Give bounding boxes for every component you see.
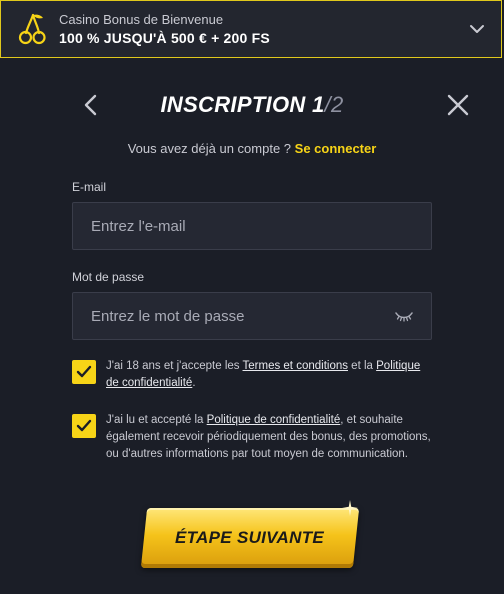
step-total: /2 (324, 92, 344, 117)
consent-terms-checkbox[interactable] (72, 360, 96, 384)
login-prompt-row: Vous avez déjà un compte ? Se connecter (0, 141, 504, 156)
consent-terms-row: J'ai 18 ans et j'accepte les Termes et c… (72, 358, 432, 392)
eye-closed-icon[interactable] (395, 309, 413, 323)
email-field-box (72, 202, 432, 250)
page-title: INSCRIPTION 1/2 (0, 92, 504, 118)
password-field-box (72, 292, 432, 340)
bonus-banner[interactable]: Casino Bonus de Bienvenue 100 % JUSQU'À … (0, 0, 502, 58)
consent-marketing-prefix: J'ai lu et accepté la (106, 414, 207, 426)
consent-terms-text: J'ai 18 ans et j'accepte les Termes et c… (106, 358, 432, 392)
consent-terms-middle: et la (347, 360, 377, 372)
next-step-button[interactable]: ÉTAPE SUIVANTE (140, 508, 360, 568)
consent-terms-prefix: J'ai 18 ans et j'accepte les (106, 360, 243, 372)
step-current: 1 (312, 92, 325, 117)
password-field[interactable] (89, 306, 383, 326)
modal-header: INSCRIPTION 1/2 (0, 86, 504, 126)
title-text: INSCRIPTION (160, 92, 306, 117)
password-label: Mot de passe (72, 270, 145, 284)
sparkle-icon (342, 500, 358, 516)
bonus-headline: 100 % JUSQU'À 500 € + 200 FS (59, 29, 270, 46)
login-link[interactable]: Se connecter (295, 141, 377, 156)
close-icon[interactable] (447, 94, 469, 116)
checkmark-icon (76, 365, 92, 378)
next-step-label: ÉTAPE SUIVANTE (175, 528, 325, 547)
next-button-wrap: ÉTAPE SUIVANTE (140, 500, 364, 574)
cherry-icon (18, 13, 46, 45)
consent-marketing-row: J'ai lu et accepté la Politique de confi… (72, 412, 432, 463)
email-field[interactable] (89, 216, 383, 236)
checkmark-icon (76, 419, 92, 432)
email-label: E-mail (72, 180, 107, 194)
login-prompt: Vous avez déjà un compte ? (127, 141, 292, 156)
consent-marketing-checkbox[interactable] (72, 414, 96, 438)
terms-link[interactable]: Termes et conditions (243, 360, 348, 372)
consent-marketing-text: J'ai lu et accepté la Politique de confi… (106, 412, 432, 463)
consent-terms-suffix: . (192, 377, 196, 389)
chevron-down-icon[interactable] (469, 22, 485, 36)
privacy-link-2[interactable]: Politique de confidentialité (207, 414, 341, 426)
bonus-subtitle: Casino Bonus de Bienvenue (59, 11, 224, 27)
